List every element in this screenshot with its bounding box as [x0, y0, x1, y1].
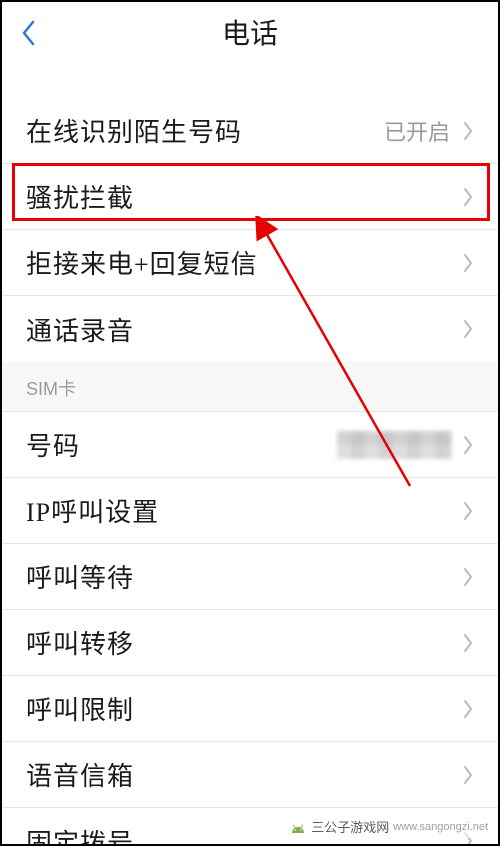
row-label: 呼叫转移	[26, 624, 134, 661]
row-value: +86	[416, 432, 450, 458]
row-label: 固定拨号	[26, 823, 134, 846]
row-block[interactable]: 骚扰拦截	[2, 164, 498, 230]
row-label: 拒接来电+回复短信	[26, 244, 258, 281]
row-label: 骚扰拦截	[26, 178, 134, 215]
chevron-right-icon	[462, 121, 474, 141]
chevron-right-icon	[462, 187, 474, 207]
row-reject-sms[interactable]: 拒接来电+回复短信	[2, 230, 498, 296]
row-label: 呼叫等待	[26, 558, 134, 595]
row-number[interactable]: 号码 +86	[2, 412, 498, 478]
chevron-left-icon	[21, 20, 35, 46]
row-online-id[interactable]: 在线识别陌生号码 已开启	[2, 98, 498, 164]
row-label: 号码	[26, 426, 80, 463]
row-value: 已开启	[384, 115, 450, 147]
watermark-url: www.sangongzi.net	[393, 821, 488, 833]
row-call-waiting[interactable]: 呼叫等待	[2, 544, 498, 610]
row-label: 呼叫限制	[26, 690, 134, 727]
chevron-right-icon	[462, 633, 474, 653]
page-title: 电话	[222, 12, 278, 52]
row-call-restrict[interactable]: 呼叫限制	[2, 676, 498, 742]
row-call-forward[interactable]: 呼叫转移	[2, 610, 498, 676]
chevron-right-icon	[462, 435, 474, 455]
chevron-right-icon	[462, 765, 474, 785]
android-icon	[289, 821, 307, 833]
spacer	[2, 62, 498, 98]
row-ip-call[interactable]: IP呼叫设置	[2, 478, 498, 544]
chevron-right-icon	[462, 567, 474, 587]
section-sim: SIM卡	[2, 362, 498, 412]
header: 电话	[2, 2, 498, 62]
chevron-right-icon	[462, 699, 474, 719]
row-label: 通话录音	[26, 311, 134, 348]
screen: 电话 在线识别陌生号码 已开启 骚扰拦截 拒接来电+回复短信 通话录音 SIM卡…	[0, 0, 500, 846]
chevron-right-icon	[462, 501, 474, 521]
row-label: IP呼叫设置	[26, 492, 159, 529]
watermark: 三公子游戏网 www.sangongzi.net	[285, 815, 492, 838]
watermark-text: 三公子游戏网	[311, 817, 389, 836]
row-label: 语音信箱	[26, 756, 134, 793]
back-button[interactable]	[16, 18, 40, 48]
row-voicemail[interactable]: 语音信箱	[2, 742, 498, 808]
row-label: 在线识别陌生号码	[26, 112, 242, 149]
row-record[interactable]: 通话录音	[2, 296, 498, 362]
chevron-right-icon	[462, 253, 474, 273]
chevron-right-icon	[462, 319, 474, 339]
